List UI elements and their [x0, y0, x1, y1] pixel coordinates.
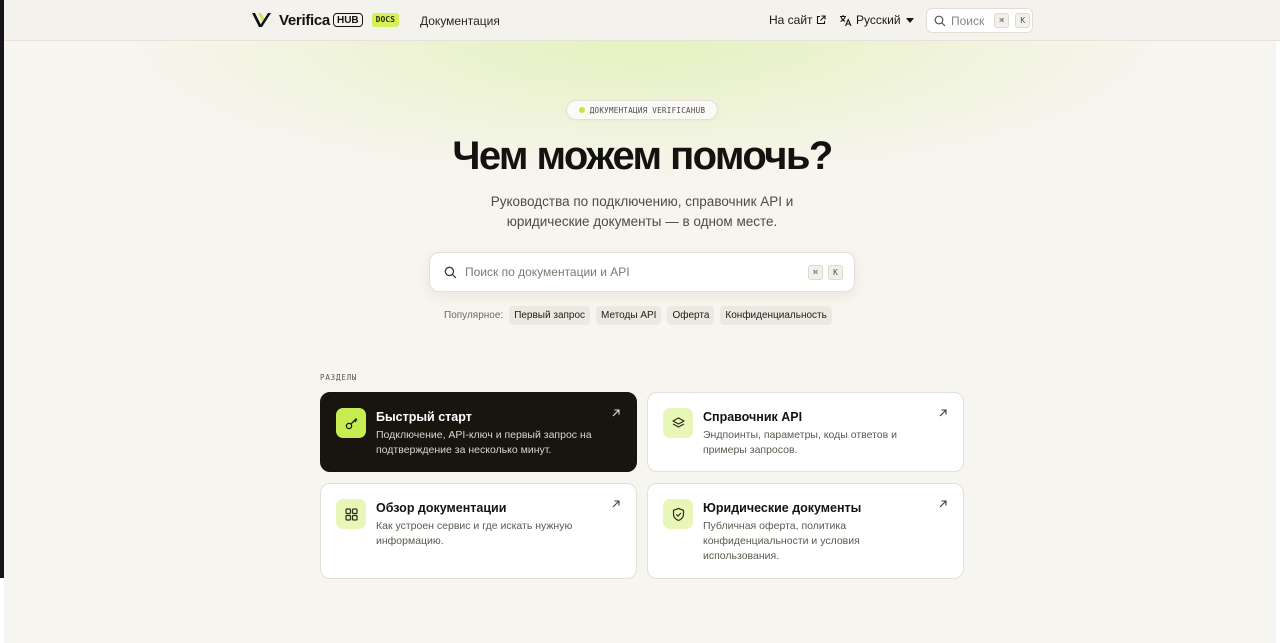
- key-icon: [345, 417, 357, 429]
- arrow-up-right-icon: [612, 409, 620, 417]
- card-docs-overview[interactable]: Обзор документации Как устроен сервис и …: [320, 483, 637, 579]
- card-title: Обзор документации: [376, 501, 507, 515]
- search-icon: [934, 15, 946, 26]
- popular-chip-offer[interactable]: Оферта: [667, 305, 715, 325]
- page-title: Чем можем помочь?: [452, 134, 833, 178]
- card-icon-box: [663, 499, 693, 529]
- header-search-label: Поиск: [951, 13, 985, 28]
- shortcut-k-key: K: [828, 265, 843, 280]
- grid-icon: [344, 507, 358, 521]
- shortcut-cmd-key: ⌘: [808, 265, 823, 280]
- page-subtitle: Руководства по подключению, справочник A…: [4, 192, 1280, 231]
- hero-search-box[interactable]: ⌘ K: [429, 252, 855, 292]
- language-label: Русский: [856, 13, 901, 27]
- popular-chip-first-request[interactable]: Первый запрос: [509, 305, 591, 325]
- translate-icon: [840, 14, 852, 26]
- header-search-button[interactable]: Поиск ⌘ K: [926, 8, 1033, 33]
- nav-link-documentation[interactable]: Документация: [420, 14, 500, 28]
- docs-page: Verifica HUB DOCS Документация На сайт Р…: [4, 0, 1280, 643]
- docs-badge: DOCS: [371, 13, 399, 27]
- popular-searches: Популярное: Первый запрос Методы API Офе…: [444, 305, 838, 325]
- verifica-logo-icon: [252, 13, 271, 27]
- card-description: Эндпоинты, параметры, коды ответов и при…: [703, 429, 897, 456]
- card-icon-box: [336, 408, 366, 438]
- card-icon-box: [663, 408, 693, 438]
- language-selector[interactable]: Русский: [839, 13, 914, 27]
- card-title: Справочник API: [703, 410, 803, 424]
- card-quick-start[interactable]: Быстрый старт Подключение, API-ключ и пе…: [320, 392, 637, 472]
- shortcut-k-key: K: [1015, 13, 1031, 28]
- popular-chip-privacy[interactable]: Конфиденциальность: [720, 305, 832, 325]
- hero-pill-badge: ДОКУМЕНТАЦИЯ VERIFICAHUB: [566, 100, 718, 120]
- nav-site-label: На сайт: [769, 13, 813, 27]
- logo-hub-badge: HUB: [332, 13, 363, 27]
- popular-chip-api-methods[interactable]: Методы API: [596, 305, 662, 325]
- layers-icon: [671, 416, 685, 428]
- arrow-up-right-icon: [939, 409, 947, 417]
- card-title: Быстрый старт: [376, 410, 472, 424]
- card-api-reference[interactable]: Справочник API Эндпоинты, параметры, код…: [647, 392, 964, 472]
- card-title: Юридические документы: [703, 501, 862, 515]
- top-navigation: Verifica HUB DOCS Документация На сайт Р…: [4, 0, 1280, 41]
- pill-dot-icon: [578, 107, 585, 113]
- search-icon: [444, 266, 457, 278]
- sections-heading: РАЗДЕЛЫ: [320, 373, 358, 382]
- nav-link-site[interactable]: На сайт: [769, 13, 826, 27]
- arrow-up-right-icon: [612, 500, 620, 508]
- popular-label: Популярное:: [444, 309, 504, 321]
- card-description: Подключение, API-ключ и первый запрос на…: [376, 429, 592, 456]
- logo[interactable]: Verifica HUB DOCS: [251, 10, 399, 30]
- subtitle-line-1: Руководства по подключению, справочник A…: [490, 194, 794, 209]
- shortcut-cmd-key: ⌘: [994, 13, 1010, 28]
- arrow-up-right-icon: [939, 500, 947, 508]
- pill-text: ДОКУМЕНТАЦИЯ VERIFICAHUB: [589, 105, 706, 115]
- subtitle-line-2: юридические документы — в одном месте.: [506, 213, 778, 229]
- card-icon-box: [336, 499, 366, 529]
- external-link-icon: [816, 15, 826, 25]
- search-input[interactable]: [465, 265, 795, 279]
- card-description: Как устроен сервис и где искать нужную и…: [376, 520, 573, 547]
- card-legal-documents[interactable]: Юридические документы Публичная оферта, …: [647, 483, 964, 579]
- logo-text: Verifica: [279, 11, 330, 29]
- chevron-down-icon: [905, 17, 914, 23]
- card-description: Публичная оферта, политика конфиденциаль…: [703, 520, 860, 562]
- shield-check-icon: [672, 507, 684, 521]
